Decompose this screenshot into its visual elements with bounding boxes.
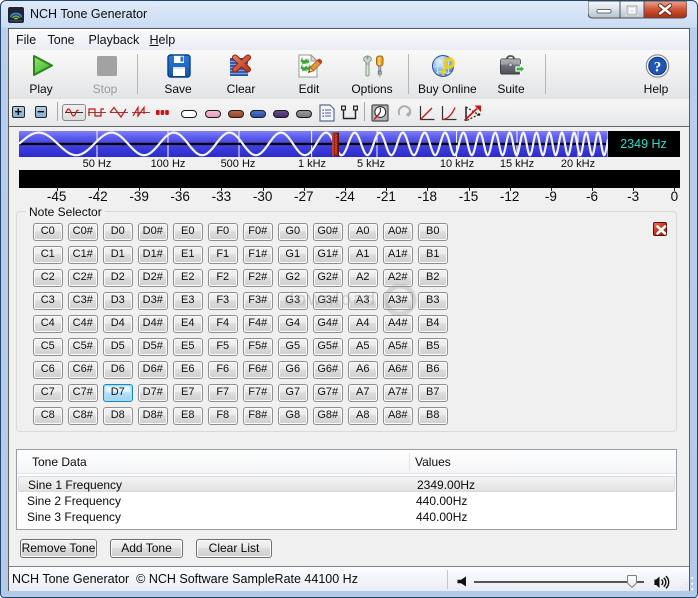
svg-text:?: ? bbox=[654, 60, 662, 76]
